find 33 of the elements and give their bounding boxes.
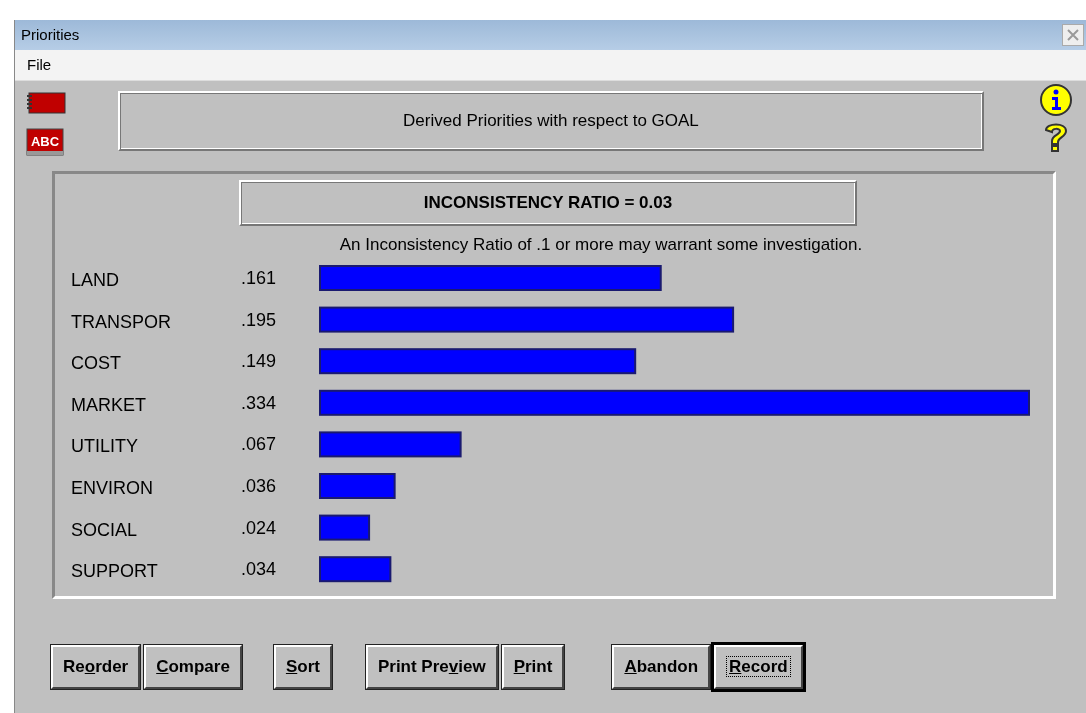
info-icon[interactable] (1039, 83, 1074, 117)
dialog-button[interactable]: Compare (144, 645, 242, 689)
dialog-button[interactable]: Print (501, 645, 565, 689)
value-label: .161 (241, 267, 277, 288)
category-label: COST (71, 352, 121, 373)
value-label: .036 (241, 475, 277, 496)
category-label: SUPPORT (71, 560, 158, 581)
priority-bar (319, 514, 371, 541)
note-text: An Inconsistency Ratio of .1 or more may warrant some investigation. (338, 234, 864, 256)
dialog-button[interactable]: Record (714, 645, 803, 689)
category-label: ENVIRON (71, 477, 153, 498)
value-label: .024 (241, 517, 277, 538)
category-label: TRANSPOR (71, 311, 171, 332)
dialog-button[interactable]: Abandon (612, 645, 711, 689)
category-label: UTILITY (71, 435, 138, 456)
category-label: SOCIAL (71, 519, 138, 540)
inconsistency-ratio: INCONSISTENCY RATIO = 0.03 (423, 192, 673, 215)
value-label: .034 (241, 558, 277, 579)
notebook-icon[interactable] (25, 91, 67, 115)
menu-item[interactable]: File (27, 53, 52, 77)
value-label: .334 (241, 392, 277, 413)
value-label: .067 (241, 433, 277, 454)
dictionary-icon[interactable]: ABC (25, 127, 65, 157)
category-label: MARKET (71, 394, 146, 415)
value-label: .149 (241, 350, 277, 371)
close-icon (1067, 29, 1079, 41)
category-label: LAND (71, 269, 119, 290)
dialog-button[interactable]: Sort (273, 645, 332, 689)
dialog-button[interactable]: Print Preview (365, 645, 498, 689)
window-title: Priorities (21, 24, 80, 45)
header-title: Derived Priorities with respect to GOAL (403, 110, 699, 133)
dialog-button[interactable]: Reorder (51, 645, 141, 689)
value-label: .195 (241, 309, 277, 330)
